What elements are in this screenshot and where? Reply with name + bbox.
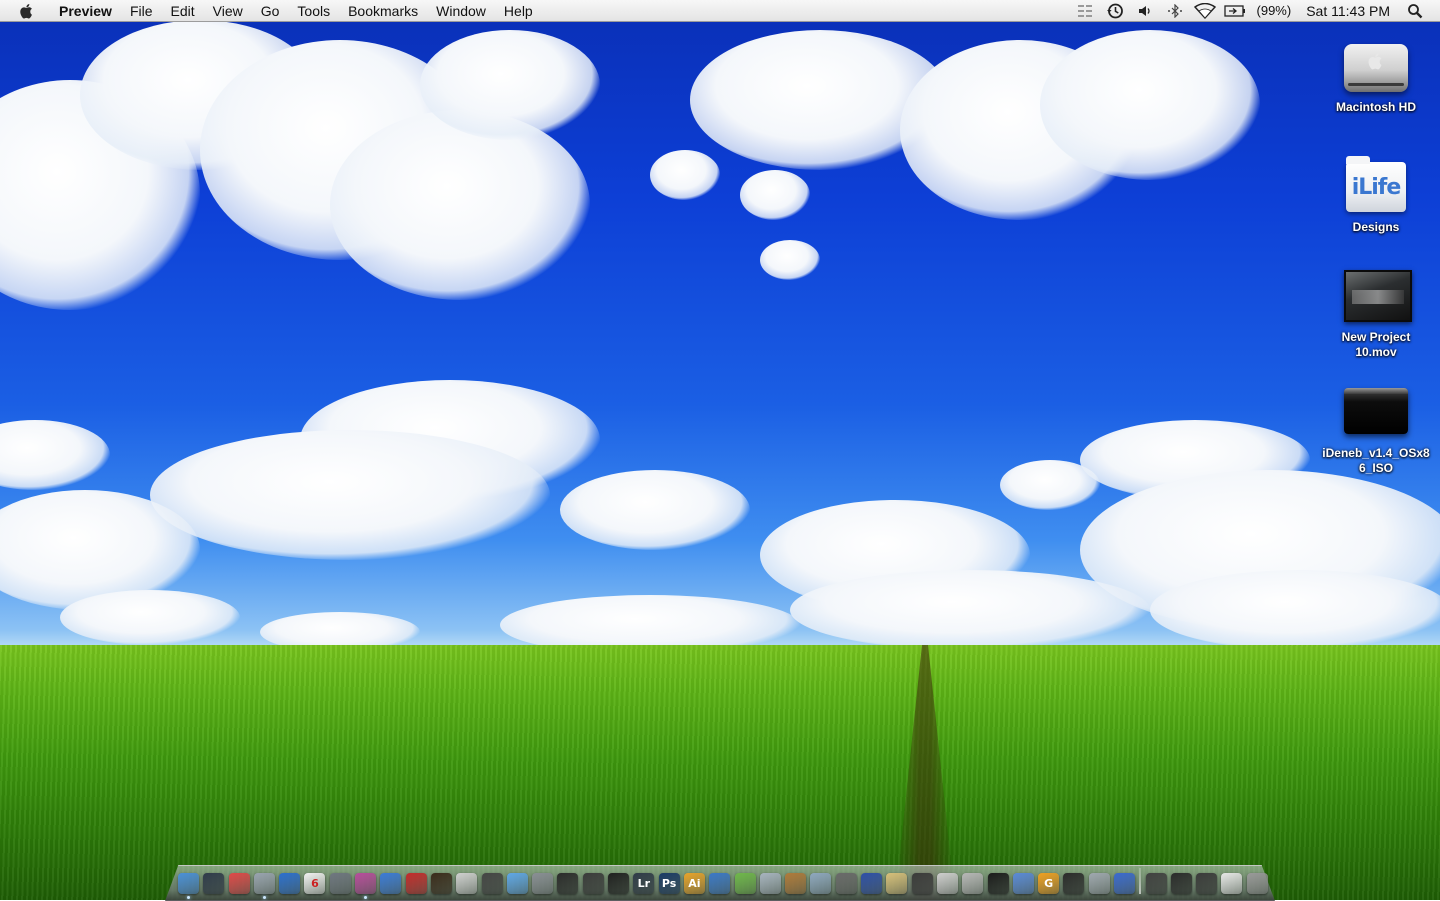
menu-extras-icon[interactable] bbox=[1074, 0, 1096, 22]
desktop-icon-new-project[interactable]: New Project 10.mov bbox=[1316, 266, 1436, 360]
mail-icon[interactable] bbox=[228, 873, 250, 894]
robot-app-icon[interactable] bbox=[253, 873, 275, 899]
finder-icon[interactable] bbox=[178, 873, 199, 899]
menu-window[interactable]: Window bbox=[427, 0, 495, 22]
photoshop-icon[interactable]: Ps bbox=[658, 873, 680, 894]
desktop-icon-label: iDeneb_v1.4_OSx86_ISO bbox=[1322, 446, 1430, 475]
trash-icon[interactable] bbox=[1246, 873, 1268, 894]
mask-app-icon[interactable] bbox=[987, 873, 1009, 894]
ical-icon[interactable]: 6 bbox=[304, 873, 326, 894]
skull-app-icon[interactable] bbox=[911, 873, 933, 894]
red-app-icon[interactable] bbox=[405, 873, 427, 894]
folder-stack-icon[interactable] bbox=[1170, 873, 1192, 894]
dashcode-icon[interactable] bbox=[759, 873, 781, 894]
menu-app-name[interactable]: Preview bbox=[50, 0, 121, 22]
blue-ball-icon[interactable] bbox=[861, 873, 883, 894]
desktop-icon-label: New Project 10.mov bbox=[1341, 330, 1411, 359]
desktop-icon-label: Designs bbox=[1352, 220, 1400, 234]
desktop-wallpaper bbox=[0, 0, 1440, 900]
documents-stack-icon[interactable] bbox=[1221, 873, 1243, 894]
quill-icon[interactable] bbox=[886, 873, 908, 894]
desktop-icon-macintosh-hd[interactable]: Macintosh HD bbox=[1316, 36, 1436, 115]
gun-app-icon[interactable] bbox=[835, 873, 857, 894]
desktop-icon-designs[interactable]: iLife Designs bbox=[1316, 156, 1436, 235]
menu-bookmarks[interactable]: Bookmarks bbox=[339, 0, 427, 22]
g-app-icon[interactable]: G bbox=[1038, 873, 1060, 894]
battery-icon[interactable] bbox=[1223, 0, 1246, 22]
designs-folder-icon: iLife bbox=[1342, 156, 1410, 214]
dark-orb-icon[interactable] bbox=[1063, 873, 1085, 894]
clapboard-icon[interactable] bbox=[962, 873, 984, 894]
spotlight-icon[interactable] bbox=[1404, 0, 1426, 22]
x11-icon[interactable] bbox=[1145, 873, 1167, 894]
photo-booth-icon[interactable] bbox=[355, 873, 377, 899]
ilife-badge: iLife bbox=[1351, 175, 1402, 200]
disk-image-icon bbox=[1342, 382, 1410, 440]
apple-menu-icon[interactable] bbox=[18, 2, 36, 20]
menu-tools[interactable]: Tools bbox=[288, 0, 339, 22]
menu-go[interactable]: Go bbox=[252, 0, 289, 22]
illustrator-icon[interactable]: Ai bbox=[683, 873, 705, 894]
safari-icon[interactable] bbox=[506, 873, 528, 894]
wave-app-icon[interactable] bbox=[709, 873, 731, 894]
time-machine-icon[interactable] bbox=[1104, 0, 1126, 22]
final-cut-icon[interactable] bbox=[430, 873, 452, 894]
wifi-icon[interactable] bbox=[1193, 0, 1216, 22]
movie-file-icon bbox=[1342, 266, 1412, 324]
bluetooth-icon[interactable] bbox=[1164, 0, 1186, 22]
keynote-icon[interactable] bbox=[329, 873, 351, 894]
menu-view[interactable]: View bbox=[204, 0, 252, 22]
film-icon[interactable] bbox=[582, 873, 604, 894]
volume-icon[interactable] bbox=[1134, 0, 1156, 22]
menu-file[interactable]: File bbox=[121, 0, 162, 22]
lamp-icon[interactable] bbox=[936, 873, 958, 894]
dashboard-icon[interactable] bbox=[203, 873, 225, 894]
dock-items: 6 Lr Ps Ai G bbox=[178, 866, 1268, 899]
preview-icon[interactable] bbox=[1088, 873, 1110, 894]
itunes-icon[interactable] bbox=[1113, 873, 1135, 894]
display-icon[interactable] bbox=[380, 873, 402, 894]
lightroom-icon[interactable]: Lr bbox=[633, 873, 655, 894]
desktop-icon-label: Macintosh HD bbox=[1335, 100, 1416, 114]
disk-utility-icon[interactable] bbox=[810, 873, 832, 894]
firefox-icon[interactable] bbox=[279, 873, 301, 894]
menu-clock[interactable]: Sat 11:43 PM bbox=[1306, 3, 1390, 19]
dock-separator bbox=[1139, 868, 1142, 894]
sphere-app-icon[interactable] bbox=[1012, 873, 1034, 894]
cup-app-icon[interactable] bbox=[785, 873, 807, 894]
menu-bar: Preview File Edit View Go Tools Bookmark… bbox=[0, 0, 1440, 22]
downloads-stack-icon[interactable] bbox=[1196, 873, 1218, 894]
battery-percent[interactable]: (99%) bbox=[1257, 3, 1292, 18]
menu-edit[interactable]: Edit bbox=[162, 0, 204, 22]
camera-icon[interactable] bbox=[557, 873, 579, 894]
macintosh-hd-icon bbox=[1342, 36, 1410, 94]
metronome-icon[interactable] bbox=[532, 873, 554, 894]
menu-help[interactable]: Help bbox=[495, 0, 542, 22]
status-menus: (99%) Sat 11:43 PM bbox=[1070, 0, 1440, 22]
desktop-icon-ideneb-iso[interactable]: iDeneb_v1.4_OSx86_ISO bbox=[1316, 382, 1436, 476]
dvd-player-icon[interactable] bbox=[608, 873, 630, 894]
imovie-icon[interactable] bbox=[481, 873, 503, 894]
green-app-icon[interactable] bbox=[734, 873, 756, 894]
clapper-icon[interactable] bbox=[456, 873, 478, 894]
